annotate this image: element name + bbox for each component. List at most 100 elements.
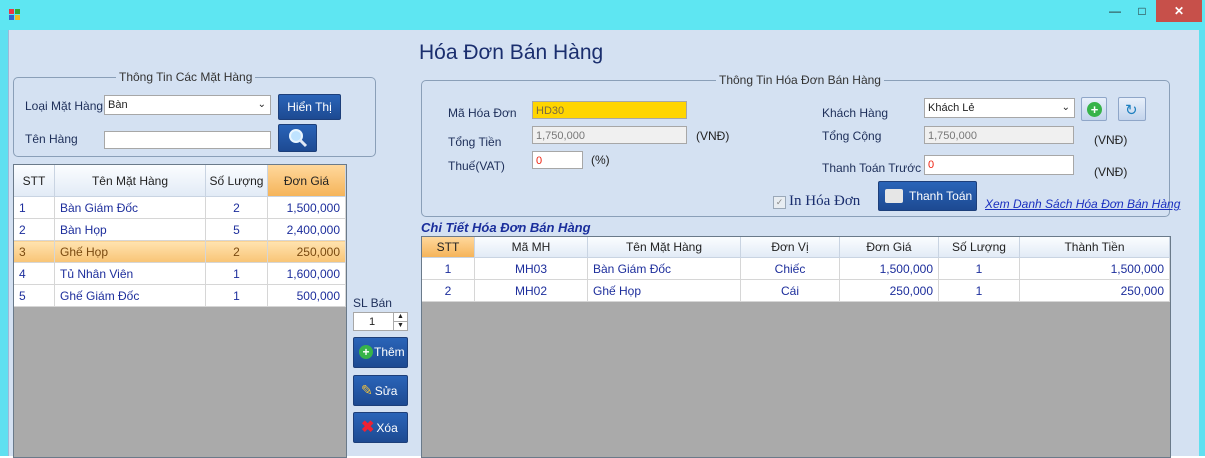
- invoice-group-legend: Thông Tin Hóa Đơn Bán Hàng: [716, 73, 884, 87]
- items-col-name[interactable]: Tên Mặt Hàng: [54, 165, 206, 197]
- spin-down-icon[interactable]: ▼: [393, 322, 407, 330]
- total-field[interactable]: 1,750,000: [532, 126, 687, 144]
- cell-name: Bàn Họp: [54, 218, 206, 241]
- items-col-qty[interactable]: Số Lượng: [205, 165, 268, 197]
- print-invoice-checkbox[interactable]: ✓: [773, 196, 786, 209]
- printer-icon: [885, 188, 903, 203]
- refresh-customer-button[interactable]: ↻: [1118, 97, 1146, 121]
- details-col-amount[interactable]: Thành Tiền: [1019, 237, 1170, 258]
- maximize-icon[interactable]: □: [1127, 0, 1157, 22]
- category-value: Bàn: [108, 99, 128, 111]
- items-col-stt[interactable]: STT: [14, 165, 55, 197]
- spin-up-icon[interactable]: ▲: [393, 313, 407, 322]
- details-col-stt[interactable]: STT: [422, 237, 475, 258]
- delete-x-icon: ✖: [361, 419, 375, 436]
- invoice-id-label: Mã Hóa Đơn: [448, 106, 517, 120]
- cell-price: 1,500,000: [839, 257, 939, 280]
- details-col-code[interactable]: Mã MH: [474, 237, 588, 258]
- table-row[interactable]: 1 Bàn Giám Đốc 2 1,500,000: [14, 196, 346, 219]
- table-row[interactable]: 2 Bàn Họp 5 2,400,000: [14, 218, 346, 241]
- items-grid[interactable]: STT Tên Mặt Hàng Số Lượng Đơn Giá 1 Bàn …: [13, 164, 347, 458]
- quantity-label: SL Bán: [353, 296, 392, 310]
- main-form: Hóa Đơn Bán Hàng Thông Tin Các Mặt Hàng …: [8, 30, 1199, 458]
- sum-unit: (VNĐ): [1094, 133, 1128, 147]
- sum-label: Tổng Cộng: [822, 129, 882, 143]
- prepay-field[interactable]: 0: [924, 155, 1074, 175]
- cell-price: 1,500,000: [267, 196, 346, 219]
- cell-amount: 250,000: [1019, 279, 1170, 302]
- page-title: Hóa Đơn Bán Hàng: [419, 41, 604, 64]
- pay-button-label: Thanh Toán: [909, 189, 973, 203]
- cell-name: Bàn Giám Đốc: [54, 196, 206, 219]
- search-icon: [288, 129, 307, 148]
- cell-price: 2,400,000: [267, 218, 346, 241]
- details-col-qty[interactable]: Số Lượng: [938, 237, 1020, 258]
- cell-qty: 1: [938, 257, 1020, 280]
- show-button[interactable]: Hiển Thị: [278, 94, 341, 120]
- plus-icon: +: [359, 345, 373, 359]
- close-icon[interactable]: ✕: [1156, 0, 1202, 22]
- cell-qty: 2: [205, 196, 268, 219]
- details-col-unit[interactable]: Đơn Vị: [740, 237, 840, 258]
- table-row[interactable]: 4 Tủ Nhân Viên 1 1,600,000: [14, 262, 346, 285]
- search-button[interactable]: [278, 124, 317, 152]
- refresh-icon: ↻: [1125, 102, 1138, 119]
- cell-stt: 2: [14, 218, 55, 241]
- table-row[interactable]: 2 MH02 Ghế Họp Cái 250,000 1 250,000: [422, 279, 1170, 302]
- tax-unit: (%): [591, 153, 610, 167]
- customer-value: Khách Lẻ: [928, 102, 975, 114]
- edit-button[interactable]: ✎ Sửa: [353, 375, 408, 406]
- category-select[interactable]: Bàn ⌄: [104, 95, 271, 115]
- details-col-price[interactable]: Đơn Giá: [839, 237, 939, 258]
- items-info-group: Thông Tin Các Mặt Hàng Loại Mặt Hàng Bàn…: [13, 70, 376, 157]
- items-col-price[interactable]: Đơn Giá: [267, 165, 346, 197]
- cell-stt: 4: [14, 262, 55, 285]
- delete-button[interactable]: ✖ Xóa: [353, 412, 408, 443]
- item-name-label: Tên Hàng: [25, 132, 78, 146]
- item-name-input[interactable]: [104, 131, 271, 149]
- details-col-name[interactable]: Tên Mặt Hàng: [587, 237, 741, 258]
- cell-qty: 1: [205, 262, 268, 285]
- cell-price: 250,000: [839, 279, 939, 302]
- tax-label: Thuế(VAT): [448, 159, 505, 173]
- app-window: — □ ✕ Hóa Đơn Bán Hàng Thông Tin Các Mặt…: [0, 0, 1205, 458]
- cell-name: Tủ Nhân Viên: [54, 262, 206, 285]
- cell-unit: Chiếc: [740, 257, 840, 280]
- cell-name: Ghế Họp: [587, 279, 741, 302]
- delete-button-label: Xóa: [376, 421, 398, 435]
- print-invoice-label: In Hóa Đơn: [789, 193, 861, 209]
- cell-unit: Cái: [740, 279, 840, 302]
- customer-label: Khách Hàng: [822, 106, 889, 120]
- edit-button-label: Sửa: [374, 384, 398, 398]
- table-row[interactable]: 1 MH03 Bàn Giám Đốc Chiếc 1,500,000 1 1,…: [422, 257, 1170, 280]
- total-unit: (VNĐ): [696, 129, 730, 143]
- invoice-id-field[interactable]: HD30: [532, 101, 687, 119]
- pay-button[interactable]: Thanh Toán: [878, 181, 977, 211]
- sum-field[interactable]: 1,750,000: [924, 126, 1074, 144]
- cell-qty: 5: [205, 218, 268, 241]
- table-row-selected[interactable]: 3 Ghế Họp 2 250,000: [14, 240, 346, 263]
- customer-select[interactable]: Khách Lẻ ⌄: [924, 98, 1075, 118]
- cell-amount: 1,500,000: [1019, 257, 1170, 280]
- quantity-stepper[interactable]: 1 ▲ ▼: [353, 312, 408, 331]
- add-customer-button[interactable]: +: [1081, 97, 1107, 121]
- quantity-value: 1: [369, 316, 376, 328]
- plus-icon: +: [1087, 102, 1102, 117]
- cell-code: MH03: [474, 257, 588, 280]
- add-button[interactable]: + Thêm: [353, 337, 408, 368]
- invoice-info-group: Thông Tin Hóa Đơn Bán Hàng Mã Hóa Đơn HD…: [421, 73, 1180, 217]
- prepay-label: Thanh Toán Trước: [822, 161, 922, 175]
- total-label: Tổng Tiền: [448, 135, 502, 149]
- invoice-list-link[interactable]: Xem Danh Sách Hóa Đơn Bán Hàng: [985, 197, 1180, 211]
- table-row[interactable]: 5 Ghế Giám Đốc 1 500,000: [14, 284, 346, 307]
- title-bar[interactable]: — □ ✕: [0, 0, 1205, 30]
- details-grid[interactable]: STT Mã MH Tên Mặt Hàng Đơn Vị Đơn Giá Số…: [421, 236, 1171, 458]
- details-title: Chi Tiết Hóa Đơn Bán Hàng: [421, 220, 591, 235]
- items-group-legend: Thông Tin Các Mặt Hàng: [116, 70, 256, 84]
- minimize-icon[interactable]: —: [1100, 0, 1130, 22]
- pencil-icon: ✎: [361, 382, 373, 398]
- cell-name: Ghế Giám Đốc: [54, 284, 206, 307]
- cell-qty: 2: [205, 240, 268, 263]
- cell-name: Bàn Giám Đốc: [587, 257, 741, 280]
- tax-field[interactable]: 0: [532, 151, 583, 169]
